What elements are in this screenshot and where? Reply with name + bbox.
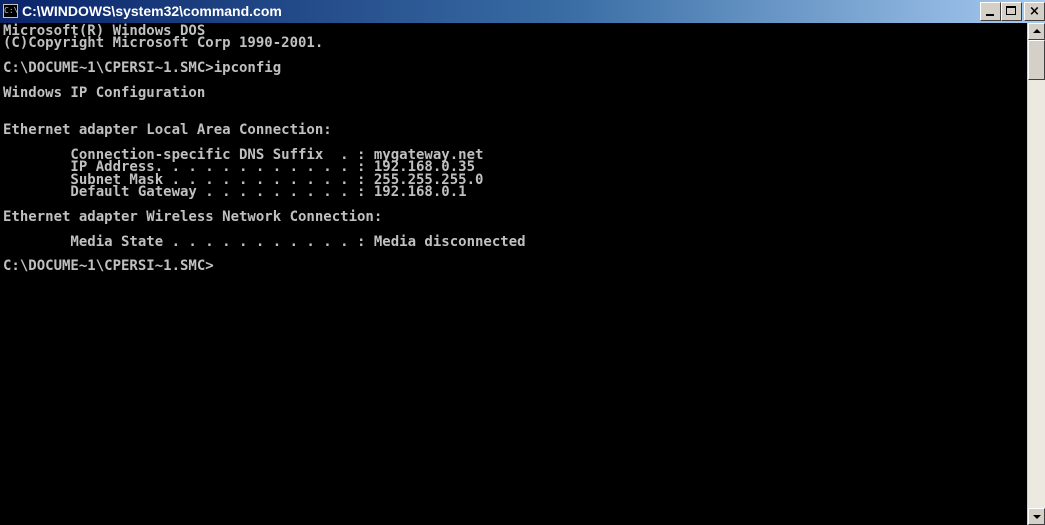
- console-window: C:\ C:\WINDOWS\system32\command.com × Mi…: [0, 0, 1045, 525]
- scrollbar-thumb[interactable]: [1028, 40, 1045, 80]
- scroll-down-arrow-icon: [1033, 515, 1041, 519]
- console-line: Default Gateway . . . . . . . . . : 192.…: [3, 184, 467, 201]
- console-output-area[interactable]: Microsoft(R) Windows DOS (C)Copyright Mic…: [0, 23, 1027, 525]
- console-line: Ethernet adapter Local Area Connection:: [3, 122, 332, 139]
- window-title: C:\WINDOWS\system32\command.com: [22, 3, 282, 19]
- console-line: C:\DOCUME~1\CPERSI~1.SMC>: [3, 258, 214, 275]
- console-line: C:\DOCUME~1\CPERSI~1.SMC>ipconfig: [3, 60, 282, 77]
- minimize-icon: [986, 14, 994, 16]
- close-icon: ×: [1029, 4, 1040, 19]
- close-button[interactable]: ×: [1024, 2, 1045, 21]
- scroll-up-button[interactable]: [1028, 23, 1045, 40]
- vertical-scrollbar[interactable]: [1027, 23, 1045, 525]
- command-prompt-icon[interactable]: C:\: [3, 4, 18, 18]
- maximize-icon: [1006, 6, 1016, 15]
- console-line: Windows IP Configuration: [3, 84, 206, 101]
- console-text: Microsoft(R) Windows DOS (C)Copyright Mic…: [3, 24, 526, 275]
- scroll-up-arrow-icon: [1033, 29, 1041, 33]
- title-bar[interactable]: C:\ C:\WINDOWS\system32\command.com ×: [0, 0, 1045, 23]
- console-line: (C)Copyright Microsoft Corp 1990-2001.: [3, 35, 324, 52]
- console-line: Ethernet adapter Wireless Network Connec…: [3, 208, 383, 225]
- scroll-down-button[interactable]: [1028, 508, 1045, 525]
- maximize-button[interactable]: [1001, 2, 1022, 21]
- window-controls: ×: [980, 2, 1045, 21]
- console-line: Media State . . . . . . . . . . . : Medi…: [3, 233, 526, 250]
- minimize-button[interactable]: [980, 2, 1001, 21]
